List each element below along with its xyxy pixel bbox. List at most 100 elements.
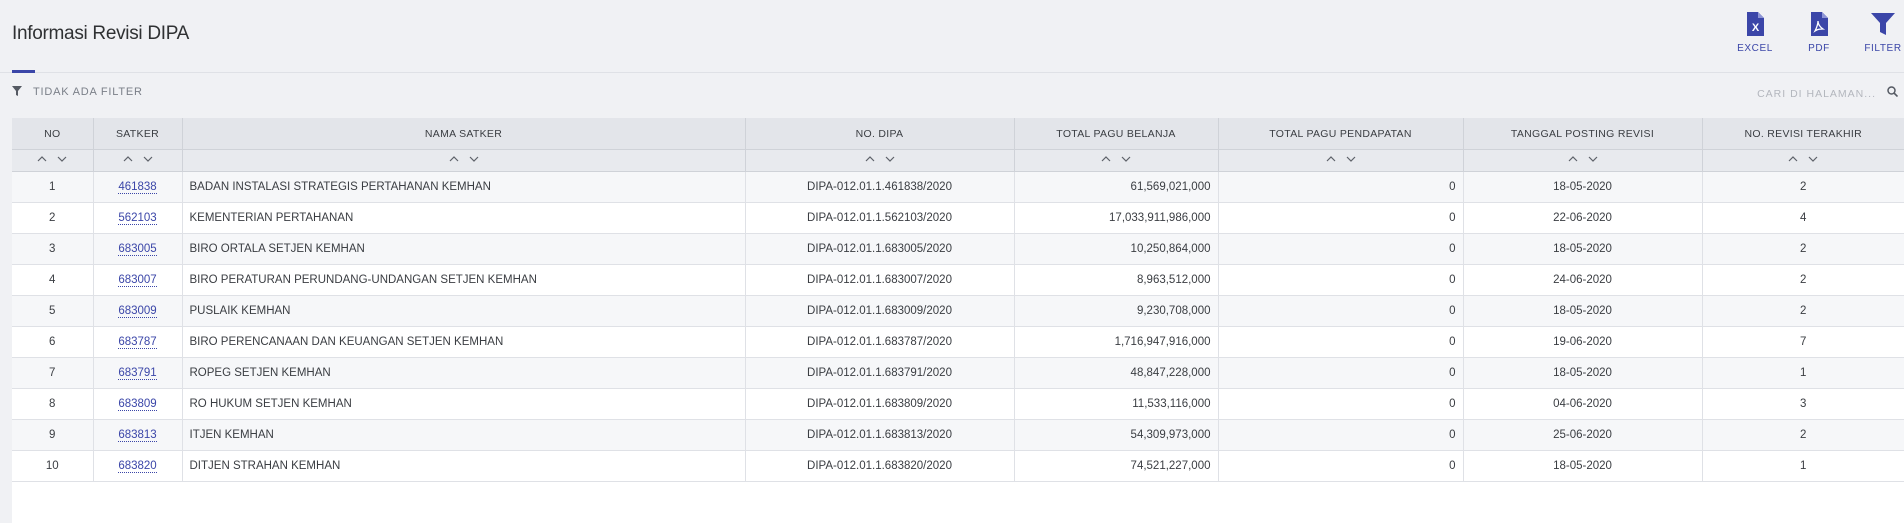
search-icon[interactable] xyxy=(1887,86,1898,97)
sort-descending-icon[interactable] xyxy=(1806,152,1820,166)
column-header-no[interactable]: NO xyxy=(12,118,94,150)
cell-nama-satker: BIRO ORTALA SETJEN KEMHAN xyxy=(182,233,746,265)
satker-link[interactable]: 683820 xyxy=(118,460,157,473)
cell-no: 5 xyxy=(12,295,94,327)
cell-satker: 683813 xyxy=(93,419,183,451)
sort-cell xyxy=(182,149,746,172)
column-header-total-pagu-pendapatan[interactable]: TOTAL PAGU PENDAPATAN xyxy=(1218,118,1464,150)
cell-total-pagu-pendapatan: 0 xyxy=(1218,450,1464,482)
satker-link[interactable]: 683791 xyxy=(118,367,157,380)
sort-cell xyxy=(1218,149,1464,172)
sort-ascending-icon[interactable] xyxy=(863,152,877,166)
sort-ascending-icon[interactable] xyxy=(121,152,135,166)
cell-no: 8 xyxy=(12,388,94,420)
satker-link[interactable]: 461838 xyxy=(118,181,157,194)
sort-descending-icon[interactable] xyxy=(1119,152,1133,166)
cell-no-revisi: 2 xyxy=(1702,264,1904,296)
sort-descending-icon[interactable] xyxy=(467,152,481,166)
cell-no-dipa: DIPA-012.01.1.683009/2020 xyxy=(745,295,1015,327)
satker-link[interactable]: 683787 xyxy=(118,336,157,349)
cell-no-dipa: DIPA-012.01.1.683007/2020 xyxy=(745,264,1015,296)
satker-link[interactable]: 683007 xyxy=(118,274,157,287)
sort-descending-icon[interactable] xyxy=(1586,152,1600,166)
cell-tanggal-posting: 22-06-2020 xyxy=(1463,202,1703,234)
sort-ascending-icon[interactable] xyxy=(1324,152,1338,166)
pdf-file-icon xyxy=(1811,12,1828,36)
sort-cell xyxy=(93,149,183,172)
cell-satker: 683005 xyxy=(93,233,183,265)
table-row[interactable]: 6 683787 BIRO PERENCANAAN DAN KEUANGAN S… xyxy=(12,326,1904,358)
cell-nama-satker: ROPEG SETJEN KEMHAN xyxy=(182,357,746,389)
column-header-satker[interactable]: SATKER xyxy=(93,118,183,150)
sort-ascending-icon[interactable] xyxy=(1786,152,1800,166)
sort-ascending-icon[interactable] xyxy=(447,152,461,166)
cell-no: 6 xyxy=(12,326,94,358)
sort-cell xyxy=(1702,149,1904,172)
cell-no-dipa: DIPA-012.01.1.683005/2020 xyxy=(745,233,1015,265)
sort-ascending-icon[interactable] xyxy=(1099,152,1113,166)
satker-link[interactable]: 683009 xyxy=(118,305,157,318)
cell-total-pagu-pendapatan: 0 xyxy=(1218,326,1464,358)
cell-total-pagu-belanja: 1,716,947,916,000 xyxy=(1014,326,1219,358)
cell-total-pagu-belanja: 54,309,973,000 xyxy=(1014,419,1219,451)
title-underline xyxy=(12,70,35,73)
table-row[interactable]: 7 683791 ROPEG SETJEN KEMHAN DIPA-012.01… xyxy=(12,357,1904,389)
cell-nama-satker: ITJEN KEMHAN xyxy=(182,419,746,451)
filter-button[interactable]: FILTER xyxy=(1858,12,1904,54)
cell-no-revisi: 2 xyxy=(1702,419,1904,451)
cell-nama-satker: KEMENTERIAN PERTAHANAN xyxy=(182,202,746,234)
table-row[interactable]: 4 683007 BIRO PERATURAN PERUNDANG-UNDANG… xyxy=(12,264,1904,296)
table-row[interactable]: 3 683005 BIRO ORTALA SETJEN KEMHAN DIPA-… xyxy=(12,233,1904,265)
table-row[interactable]: 1 461838 BADAN INSTALASI STRATEGIS PERTA… xyxy=(12,171,1904,203)
column-header-nama-satker[interactable]: NAMA SATKER xyxy=(182,118,746,150)
cell-total-pagu-belanja: 61,569,021,000 xyxy=(1014,171,1219,203)
satker-link[interactable]: 683809 xyxy=(118,398,157,411)
cell-no-revisi: 1 xyxy=(1702,357,1904,389)
sort-ascending-icon[interactable] xyxy=(1566,152,1580,166)
search-input[interactable] xyxy=(1674,84,1878,104)
cell-satker: 461838 xyxy=(93,171,183,203)
cell-total-pagu-belanja: 11,533,116,000 xyxy=(1014,388,1219,420)
page-title: Informasi Revisi DIPA xyxy=(12,23,190,44)
cell-nama-satker: BADAN INSTALASI STRATEGIS PERTAHANAN KEM… xyxy=(182,171,746,203)
sort-descending-icon[interactable] xyxy=(55,152,69,166)
satker-link[interactable]: 683813 xyxy=(118,429,157,442)
data-table-container: NO SATKER NAMA SATKER NO. DIPA TOTAL PAG… xyxy=(12,118,1904,523)
sort-ascending-icon[interactable] xyxy=(35,152,49,166)
column-header-total-pagu-belanja[interactable]: TOTAL PAGU BELANJA xyxy=(1014,118,1219,150)
sort-cell xyxy=(12,149,94,172)
table-row[interactable]: 9 683813 ITJEN KEMHAN DIPA-012.01.1.6838… xyxy=(12,419,1904,451)
cell-satker: 683009 xyxy=(93,295,183,327)
cell-tanggal-posting: 19-06-2020 xyxy=(1463,326,1703,358)
sort-descending-icon[interactable] xyxy=(883,152,897,166)
sort-descending-icon[interactable] xyxy=(141,152,155,166)
funnel-icon xyxy=(12,86,22,96)
table-row[interactable]: 8 683809 RO HUKUM SETJEN KEMHAN DIPA-012… xyxy=(12,388,1904,420)
cell-tanggal-posting: 04-06-2020 xyxy=(1463,388,1703,420)
cell-no: 1 xyxy=(12,171,94,203)
cell-no-revisi: 3 xyxy=(1702,388,1904,420)
cell-no: 3 xyxy=(12,233,94,265)
cell-no: 2 xyxy=(12,202,94,234)
satker-link[interactable]: 562103 xyxy=(118,212,157,225)
cell-satker: 683820 xyxy=(93,450,183,482)
table-row[interactable]: 5 683009 PUSLAIK KEMHAN DIPA-012.01.1.68… xyxy=(12,295,1904,327)
table-row[interactable]: 10 683820 DITJEN STRAHAN KEMHAN DIPA-012… xyxy=(12,450,1904,482)
cell-no-revisi: 7 xyxy=(1702,326,1904,358)
cell-nama-satker: DITJEN STRAHAN KEMHAN xyxy=(182,450,746,482)
column-header-no-dipa[interactable]: NO. DIPA xyxy=(745,118,1015,150)
cell-no: 4 xyxy=(12,264,94,296)
column-header-no-revisi-terakhir[interactable]: NO. REVISI TERAKHIR xyxy=(1702,118,1904,150)
cell-total-pagu-belanja: 10,250,864,000 xyxy=(1014,233,1219,265)
cell-nama-satker: BIRO PERENCANAAN DAN KEUANGAN SETJEN KEM… xyxy=(182,326,746,358)
export-excel-button[interactable]: X EXCEL xyxy=(1730,12,1780,54)
cell-tanggal-posting: 18-05-2020 xyxy=(1463,357,1703,389)
sort-descending-icon[interactable] xyxy=(1344,152,1358,166)
table-row[interactable]: 2 562103 KEMENTERIAN PERTAHANAN DIPA-012… xyxy=(12,202,1904,234)
column-header-tanggal-posting-revisi[interactable]: TANGGAL POSTING REVISI xyxy=(1463,118,1703,150)
page-header: Informasi Revisi DIPA X EXCEL PDF FILTER xyxy=(0,0,1904,73)
cell-total-pagu-belanja: 74,521,227,000 xyxy=(1014,450,1219,482)
cell-nama-satker: RO HUKUM SETJEN KEMHAN xyxy=(182,388,746,420)
export-pdf-button[interactable]: PDF xyxy=(1794,12,1844,54)
satker-link[interactable]: 683005 xyxy=(118,243,157,256)
